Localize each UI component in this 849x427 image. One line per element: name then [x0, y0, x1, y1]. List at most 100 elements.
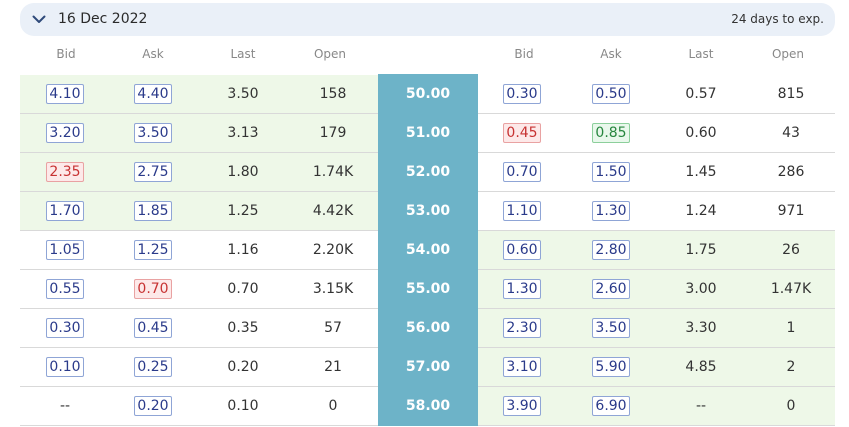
put-last: 1.75: [685, 242, 717, 258]
call-ask-value[interactable]: 1.25: [134, 240, 172, 260]
put-open-interest: 2: [786, 359, 796, 375]
put-open-interest: 43: [782, 125, 800, 141]
put-bid[interactable]: 3.90: [482, 387, 562, 426]
call-bid-value[interactable]: 1.05: [46, 240, 84, 260]
put-bid[interactable]: 0.30: [482, 75, 562, 114]
call-bid-value[interactable]: 0.55: [46, 279, 84, 299]
call-ask-value[interactable]: 3.50: [134, 123, 172, 143]
put-last: 4.85: [685, 359, 717, 375]
option-chain: 16 Dec 2022 24 days to exp. Bid Ask Last…: [0, 0, 849, 427]
call-bid-header: Bid: [56, 47, 76, 61]
call-open-interest: 179: [319, 125, 347, 141]
put-ask[interactable]: 2.80: [571, 231, 651, 270]
call-bid[interactable]: 3.20: [25, 114, 105, 153]
put-bid-value[interactable]: 1.30: [503, 279, 541, 299]
call-bid-value[interactable]: 4.10: [46, 84, 84, 104]
call-ask[interactable]: 0.25: [113, 348, 193, 387]
strike-price: 53.00: [405, 203, 451, 219]
expiry-date: 16 Dec 2022: [58, 11, 148, 27]
put-ask[interactable]: 1.30: [571, 192, 651, 231]
call-open-interest: 21: [324, 359, 342, 375]
call-ask[interactable]: 4.40: [113, 75, 193, 114]
put-ask-value[interactable]: 2.60: [592, 279, 630, 299]
call-bid[interactable]: 1.05: [25, 231, 105, 270]
put-bid-value[interactable]: 3.10: [503, 357, 541, 377]
put-ask-value[interactable]: 1.30: [592, 201, 630, 221]
call-open-interest: 2.20K: [312, 242, 354, 258]
call-bid[interactable]: 4.10: [25, 75, 105, 114]
call-bid: --: [59, 398, 71, 414]
put-ask[interactable]: 0.50: [571, 75, 651, 114]
put-ask-value[interactable]: 0.50: [592, 84, 630, 104]
put-bid-value[interactable]: 0.60: [503, 240, 541, 260]
call-bid[interactable]: 0.55: [25, 270, 105, 309]
call-bid[interactable]: 0.10: [25, 348, 105, 387]
put-last: 0.57: [685, 86, 717, 102]
strike-price: 56.00: [405, 320, 451, 336]
call-ask-value[interactable]: 0.45: [134, 318, 172, 338]
put-ask-value[interactable]: 0.85: [592, 123, 630, 143]
call-ask[interactable]: 0.20: [113, 387, 193, 426]
call-ask[interactable]: 3.50: [113, 114, 193, 153]
put-open-interest: 286: [777, 164, 805, 180]
call-ask[interactable]: 0.70: [113, 270, 193, 309]
put-ask[interactable]: 0.85: [571, 114, 651, 153]
put-bid[interactable]: 0.70: [482, 153, 562, 192]
call-bid-value[interactable]: 0.30: [46, 318, 84, 338]
put-ask-value[interactable]: 5.90: [592, 357, 630, 377]
put-open-interest: 815: [777, 86, 805, 102]
call-ask[interactable]: 1.85: [113, 192, 193, 231]
put-open-interest: 0: [786, 398, 796, 414]
put-bid-value[interactable]: 0.70: [503, 162, 541, 182]
put-ask[interactable]: 2.60: [571, 270, 651, 309]
call-last: 0.70: [227, 281, 259, 297]
expiry-header[interactable]: 16 Dec 2022 24 days to exp.: [20, 3, 835, 36]
put-bid[interactable]: 1.30: [482, 270, 562, 309]
call-last: 3.13: [227, 125, 259, 141]
call-ask-value[interactable]: 0.25: [134, 357, 172, 377]
call-ask-value[interactable]: 4.40: [134, 84, 172, 104]
put-ask[interactable]: 1.50: [571, 153, 651, 192]
call-last: 1.25: [227, 203, 259, 219]
strike-price: 52.00: [405, 164, 451, 180]
call-ask-value[interactable]: 2.75: [134, 162, 172, 182]
call-ask-value[interactable]: 0.20: [134, 396, 172, 416]
call-bid[interactable]: 0.30: [25, 309, 105, 348]
put-bid[interactable]: 3.10: [482, 348, 562, 387]
put-bid-value[interactable]: 3.90: [503, 396, 541, 416]
put-bid-value[interactable]: 2.30: [503, 318, 541, 338]
call-open-header: Open: [313, 47, 347, 61]
put-bid[interactable]: 2.30: [482, 309, 562, 348]
strike-price: 51.00: [405, 125, 451, 141]
call-bid-value[interactable]: 0.10: [46, 357, 84, 377]
call-last: 0.10: [227, 398, 259, 414]
put-last: 0.60: [685, 125, 717, 141]
put-ask[interactable]: 3.50: [571, 309, 651, 348]
put-ask[interactable]: 5.90: [571, 348, 651, 387]
put-ask[interactable]: 6.90: [571, 387, 651, 426]
put-bid[interactable]: 1.10: [482, 192, 562, 231]
put-bid-header: Bid: [514, 47, 534, 61]
put-ask-value[interactable]: 6.90: [592, 396, 630, 416]
put-bid[interactable]: 0.45: [482, 114, 562, 153]
put-bid-value[interactable]: 0.30: [503, 84, 541, 104]
call-ask[interactable]: 1.25: [113, 231, 193, 270]
call-bid[interactable]: 2.35: [25, 153, 105, 192]
call-bid-value[interactable]: 2.35: [46, 162, 84, 182]
call-open-interest: 1.74K: [312, 164, 354, 180]
put-bid-value[interactable]: 0.45: [503, 123, 541, 143]
put-bid[interactable]: 0.60: [482, 231, 562, 270]
call-ask[interactable]: 0.45: [113, 309, 193, 348]
call-ask-value[interactable]: 1.85: [134, 201, 172, 221]
chevron-down-icon[interactable]: [32, 12, 46, 26]
call-bid-value[interactable]: 3.20: [46, 123, 84, 143]
call-bid-value[interactable]: 1.70: [46, 201, 84, 221]
put-ask-value[interactable]: 1.50: [592, 162, 630, 182]
call-open-interest: 0: [328, 398, 338, 414]
put-ask-value[interactable]: 3.50: [592, 318, 630, 338]
put-ask-value[interactable]: 2.80: [592, 240, 630, 260]
call-bid[interactable]: 1.70: [25, 192, 105, 231]
call-ask-value[interactable]: 0.70: [134, 279, 172, 299]
call-ask[interactable]: 2.75: [113, 153, 193, 192]
put-bid-value[interactable]: 1.10: [503, 201, 541, 221]
